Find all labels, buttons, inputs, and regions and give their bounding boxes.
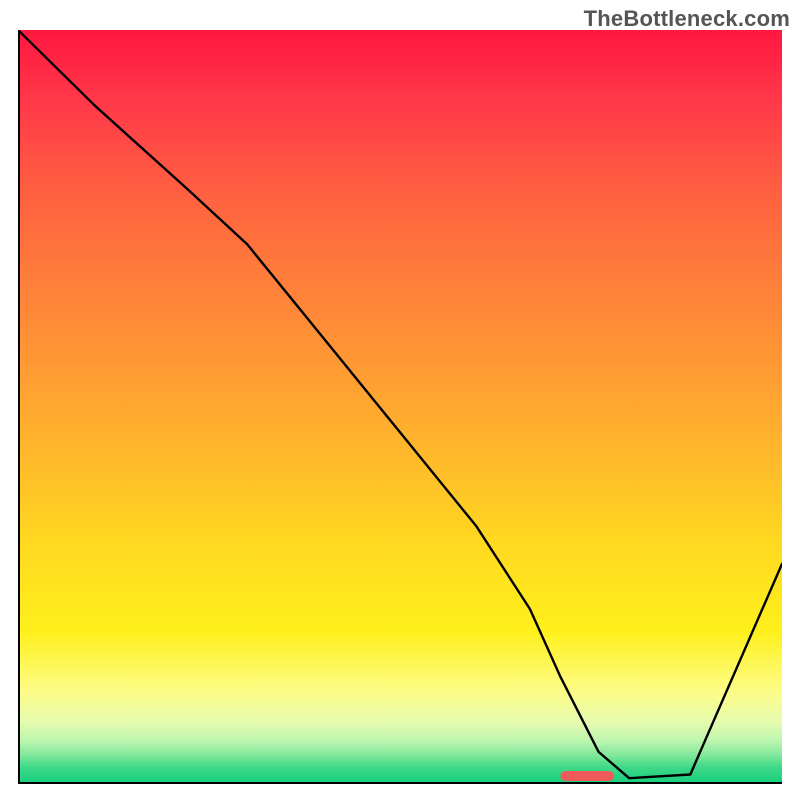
curve-layer bbox=[18, 30, 782, 782]
chart-frame: TheBottleneck.com bbox=[0, 0, 800, 800]
x-axis bbox=[18, 782, 782, 784]
bottleneck-curve bbox=[18, 30, 782, 778]
plot-area bbox=[18, 30, 782, 782]
y-axis bbox=[18, 30, 20, 782]
optimal-marker bbox=[560, 771, 614, 781]
watermark-text: TheBottleneck.com bbox=[584, 6, 790, 32]
